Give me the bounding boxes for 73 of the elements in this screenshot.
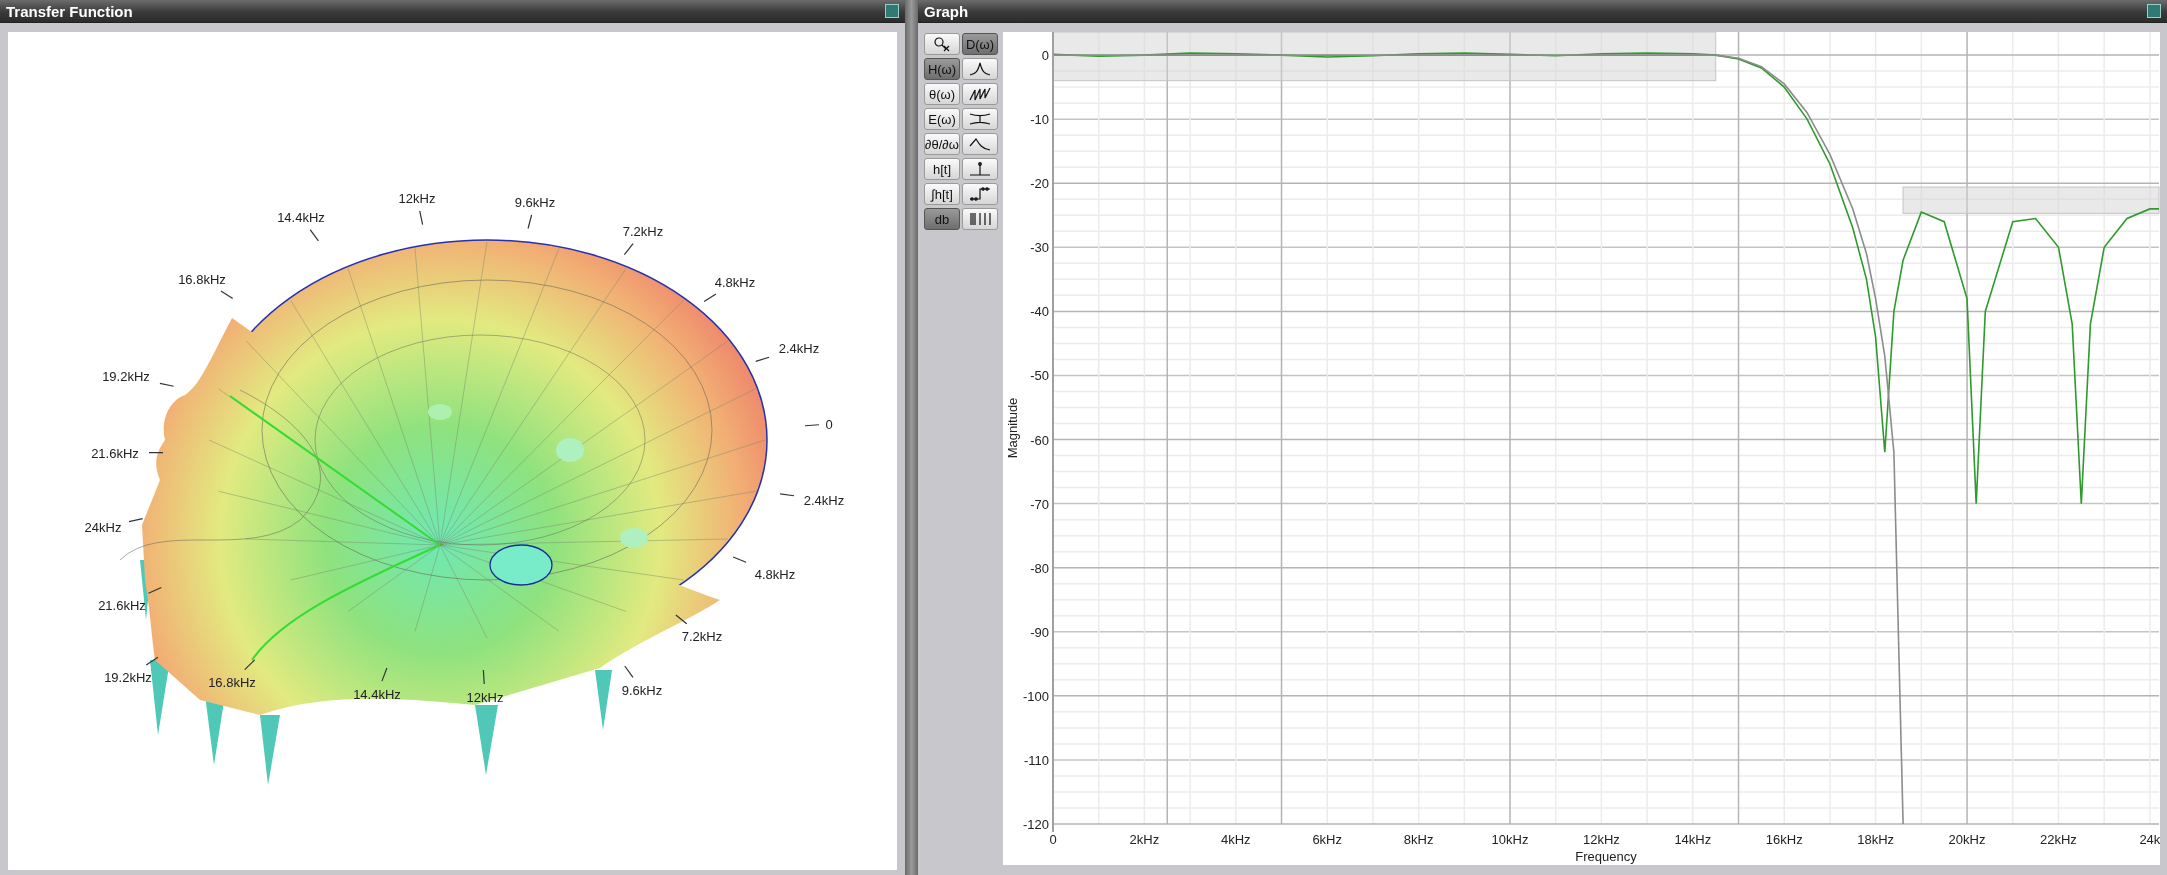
axis-label: 14.4kHz: [353, 687, 401, 702]
panel-title: Transfer Function: [6, 2, 133, 20]
axis-label: 7.2kHz: [681, 629, 723, 644]
axis-label: 12kHz: [466, 690, 504, 705]
axis-label: 8kHz: [1403, 832, 1434, 847]
window-button[interactable]: [2147, 4, 2161, 18]
axis-label: -30: [1030, 240, 1049, 256]
axis-label: -90: [1030, 624, 1049, 640]
axis-label: 24kHz: [84, 520, 122, 535]
axis-label: 12kHz: [398, 191, 436, 206]
axis-label: -40: [1030, 304, 1049, 320]
bracket-icon: [968, 111, 992, 127]
toolbar-button[interactable]: ∂θ/∂ω: [924, 133, 960, 155]
axis-label: 9.6kHz: [621, 683, 663, 698]
toolbar-button[interactable]: θ(ω): [924, 83, 960, 105]
axis-label: 0: [1041, 48, 1049, 64]
axis-label: 14kHz: [1674, 832, 1712, 847]
axis-label: 6kHz: [1312, 832, 1343, 847]
axis-label: 2.4kHz: [803, 493, 845, 508]
peak-curve-icon: [968, 61, 992, 77]
axis-label: 21.6kHz: [91, 446, 139, 461]
toolbar-button[interactable]: E(ω): [924, 108, 960, 130]
axis-label: 7.2kHz: [622, 224, 664, 239]
axis-label: -10: [1030, 112, 1049, 128]
bars-icon: [968, 211, 992, 227]
axis-label: 0: [825, 417, 833, 432]
axis-label: -70: [1030, 496, 1049, 512]
panel-title: Graph: [924, 2, 969, 20]
axis-label: 24k: [2139, 832, 2160, 847]
axis-label: 10kHz: [1491, 832, 1529, 847]
axis-label: 19.2kHz: [104, 670, 152, 685]
step-icon: [968, 186, 992, 202]
sawtooth-icon: [968, 86, 992, 102]
window-button[interactable]: [885, 4, 899, 18]
toolbar-button[interactable]: D(ω): [962, 33, 998, 55]
decay-curve-icon: [968, 136, 992, 152]
toolbar-button[interactable]: ∫h[t]: [924, 183, 960, 205]
axis-title: Frequency: [1575, 849, 1637, 864]
axis-label: 20kHz: [1948, 832, 1986, 847]
axis-label: -110: [1023, 752, 1049, 768]
icon-button[interactable]: [962, 183, 998, 205]
axis-label: 12kHz: [1583, 832, 1620, 847]
axis-label: 22kHz: [2040, 832, 2077, 847]
toolbar-button[interactable]: H(ω): [924, 58, 960, 80]
axis-label: 9.6kHz: [514, 195, 556, 210]
axis-title: Magnitude: [1005, 397, 1020, 459]
axis-label: -120: [1022, 817, 1049, 832]
axis-label: -100: [1022, 688, 1049, 704]
axis-label: 4kHz: [1221, 832, 1251, 847]
axis-label: 2.4kHz: [778, 341, 820, 356]
axis-label: 21.6kHz: [98, 598, 146, 613]
icon-button[interactable]: [962, 133, 998, 155]
axis-label: 16kHz: [1765, 832, 1803, 847]
axis-label: 2kHz: [1129, 832, 1160, 847]
axis-label: 4.8kHz: [714, 275, 756, 290]
icon-button[interactable]: [962, 83, 998, 105]
icon-button[interactable]: [962, 108, 998, 130]
axis-label: 16.8kHz: [208, 675, 256, 690]
axis-label: -50: [1030, 368, 1049, 384]
impulse-icon: [968, 161, 992, 177]
axis-label: -80: [1030, 560, 1049, 576]
toolbar-button[interactable]: h[t]: [924, 158, 960, 180]
axis-label: 4.8kHz: [754, 567, 796, 582]
axis-label: 14.4kHz: [277, 210, 325, 225]
axis-label: -20: [1030, 176, 1049, 192]
axis-label: 19.2kHz: [102, 369, 150, 384]
axis-label: 16.8kHz: [178, 272, 226, 287]
axis-label: -60: [1030, 432, 1049, 448]
icon-button[interactable]: [924, 33, 960, 55]
icon-button[interactable]: [962, 58, 998, 80]
axis-label: 0: [1049, 832, 1057, 847]
toolbar-button[interactable]: db: [924, 208, 960, 230]
axis-label: 18kHz: [1857, 832, 1895, 847]
